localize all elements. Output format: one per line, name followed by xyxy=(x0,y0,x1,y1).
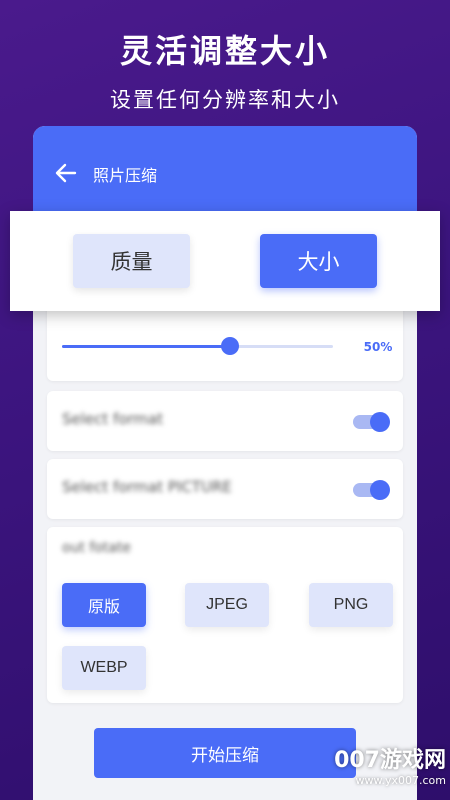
slider-value: 50% xyxy=(363,340,393,354)
tab-quality[interactable]: 质量 xyxy=(73,234,190,288)
site-watermark-url: www.yx007.com xyxy=(355,774,446,787)
promo-headline: 灵活调整大小 xyxy=(119,32,330,70)
tab-size[interactable]: 大小 xyxy=(260,234,377,288)
toggle-knob xyxy=(370,412,390,432)
size-slider-track[interactable] xyxy=(62,345,333,348)
setting-label-format: Select format xyxy=(62,410,164,428)
format-jpeg-button[interactable]: JPEG xyxy=(185,583,269,627)
format-original-button[interactable]: 原版 xyxy=(62,583,146,627)
size-slider-fill xyxy=(62,345,231,348)
size-slider-thumb[interactable] xyxy=(221,337,240,355)
page-title: 照片压缩 xyxy=(93,166,158,185)
output-format-label: out fotate xyxy=(62,540,132,556)
toggle-knob xyxy=(370,480,390,500)
promo-subline: 设置任何分辨率和大小 xyxy=(110,88,340,112)
mode-tabs-panel: 质量 大小 xyxy=(10,211,440,311)
back-arrow-icon[interactable] xyxy=(55,162,77,184)
setting-label-picture: Select format PICTURE xyxy=(62,478,232,496)
site-watermark: 007游戏网 xyxy=(334,748,446,773)
start-compress-button[interactable]: 开始压缩 xyxy=(94,728,356,778)
format-toggle[interactable] xyxy=(353,412,390,432)
picture-toggle[interactable] xyxy=(353,480,390,500)
format-webp-button[interactable]: WEBP xyxy=(62,646,146,690)
format-png-button[interactable]: PNG xyxy=(309,583,393,627)
